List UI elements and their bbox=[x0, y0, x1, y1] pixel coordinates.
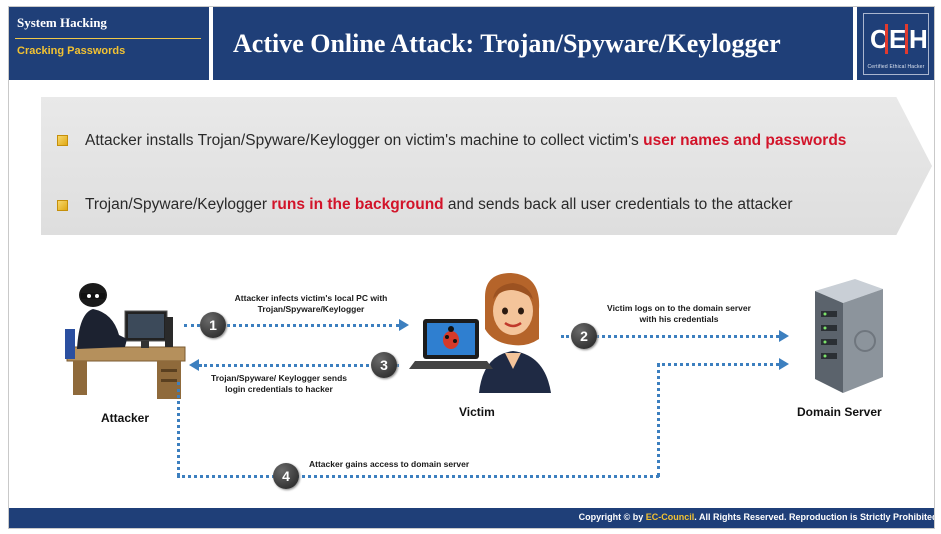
logo-letter-e: E bbox=[889, 24, 907, 54]
copyright-notice: Copyright © by EC-Council. All Rights Re… bbox=[578, 512, 935, 522]
page-title: Active Online Attack: Trojan/Spyware/Key… bbox=[233, 29, 781, 58]
footer-bar: Copyright © by EC-Council. All Rights Re… bbox=[9, 508, 934, 528]
copyright-text: Copyright © by bbox=[578, 512, 646, 522]
ceh-logo: C E H Certified Ethical Hacker bbox=[857, 7, 934, 80]
connector-step-4-left bbox=[177, 382, 180, 476]
victim-label: Victim bbox=[459, 405, 495, 419]
arrow-left-icon bbox=[189, 359, 199, 371]
server-label: Domain Server bbox=[797, 405, 882, 419]
arrow-right-icon bbox=[399, 319, 409, 331]
title-bar: Active Online Attack: Trojan/Spyware/Key… bbox=[213, 7, 853, 80]
step-4-caption: Attacker gains access to domain server bbox=[309, 459, 470, 469]
bullet-2-tail: and sends back all user credentials to t… bbox=[443, 196, 793, 213]
step-3-badge: 3 bbox=[371, 352, 397, 378]
arrow-right-icon bbox=[779, 358, 789, 370]
attacker-at-computer-icon bbox=[65, 283, 186, 399]
victim-with-laptop-icon bbox=[409, 273, 551, 393]
section-header: System Hacking Cracking Passwords bbox=[9, 7, 209, 80]
connector-step-4-right bbox=[657, 363, 660, 477]
step-4-badge: 4 bbox=[273, 463, 299, 489]
copyright-tail: . All Rights Reserved. Reproduction is S… bbox=[694, 512, 935, 522]
subsection-title: Cracking Passwords bbox=[17, 45, 126, 57]
bullet-2-highlight: runs in the background bbox=[271, 196, 444, 213]
arrow-right-icon bbox=[779, 330, 789, 342]
connector-step-3 bbox=[199, 364, 399, 367]
bullet-1-highlight: user names and passwords bbox=[643, 132, 847, 149]
step-1-caption: Attacker infects victim's local PC with … bbox=[234, 293, 388, 314]
logo-divider bbox=[885, 24, 888, 54]
step-1-badge: 1 bbox=[200, 312, 226, 338]
bullet-2-text: Trojan/Spyware/Keylogger bbox=[85, 196, 272, 213]
bullet-2: Trojan/Spyware/Keylogger runs in the bac… bbox=[85, 194, 915, 216]
logo-subtitle: Certified Ethical Hacker bbox=[867, 64, 925, 70]
bullet-1-text: Attacker installs Trojan/Spyware/Keylogg… bbox=[85, 132, 644, 149]
step-3-caption: Trojan/Spyware/ Keylogger sends login cr… bbox=[210, 373, 348, 394]
connector-step-4-top bbox=[657, 363, 779, 366]
section-divider bbox=[15, 38, 201, 39]
connector-step-4-bottom bbox=[177, 475, 659, 478]
logo-letter-h: H bbox=[909, 24, 928, 54]
brand-name: EC-Council bbox=[645, 512, 695, 522]
bullet-square-icon bbox=[57, 200, 68, 211]
logo-frame: C E H Certified Ethical Hacker bbox=[863, 13, 929, 75]
bullet-square-icon bbox=[57, 135, 68, 146]
bullet-1: Attacker installs Trojan/Spyware/Keylogg… bbox=[85, 130, 895, 152]
slide: System Hacking Cracking Passwords Active… bbox=[8, 6, 935, 529]
attacker-label: Attacker bbox=[101, 411, 150, 425]
step-2-badge: 2 bbox=[571, 323, 597, 349]
logo-divider bbox=[905, 24, 908, 54]
section-title: System Hacking bbox=[17, 15, 107, 30]
step-2-caption: Victim logs on to the domain server with… bbox=[607, 303, 751, 324]
domain-server-icon bbox=[815, 279, 883, 393]
